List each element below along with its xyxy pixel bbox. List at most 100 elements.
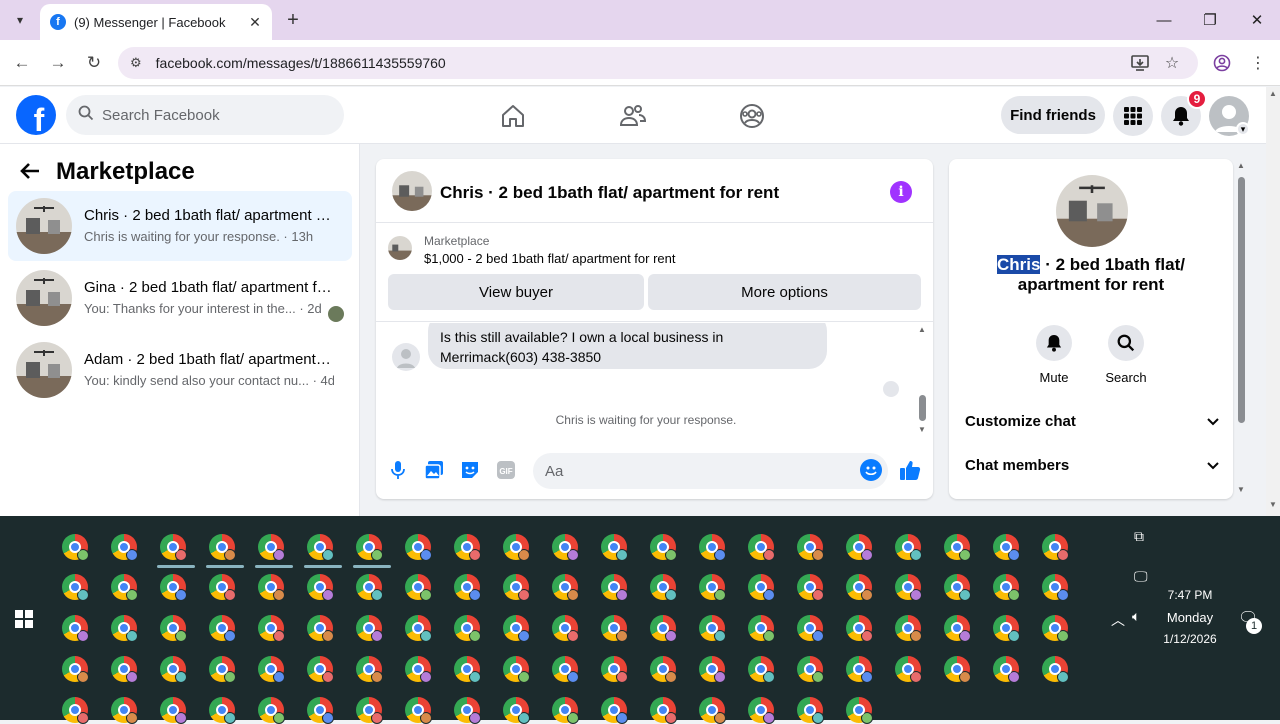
chrome-profile-shortcut-icon[interactable]: [699, 697, 726, 724]
scroll-up-icon[interactable]: ▲: [1269, 89, 1277, 98]
chrome-profile-shortcut-icon[interactable]: [503, 656, 530, 683]
emoji-icon[interactable]: [860, 459, 882, 481]
chrome-profile-shortcut-icon[interactable]: [552, 574, 579, 601]
chrome-profile-shortcut-icon[interactable]: [601, 534, 628, 561]
chrome-profile-shortcut-icon[interactable]: [209, 656, 236, 683]
message-scrollbar[interactable]: ▲ ▼: [916, 323, 930, 438]
chrome-profile-shortcut-icon[interactable]: [797, 534, 824, 561]
clock-day[interactable]: Monday: [1158, 610, 1222, 625]
window-close-icon[interactable]: ✕: [1234, 6, 1280, 34]
chrome-profile-shortcut-icon[interactable]: [307, 574, 334, 601]
chrome-profile-shortcut-icon[interactable]: [650, 656, 677, 683]
chrome-profile-shortcut-icon[interactable]: [307, 656, 334, 683]
chevron-up-icon[interactable]: ︿: [1111, 610, 1125, 630]
chrome-profile-shortcut-icon[interactable]: [356, 534, 383, 561]
chrome-profile-shortcut-icon[interactable]: [111, 534, 138, 561]
chrome-profile-shortcut-icon[interactable]: [111, 574, 138, 601]
meet-now-icon[interactable]: ⧉: [1134, 528, 1144, 545]
chat-members-row[interactable]: Chat members: [965, 453, 1219, 477]
back-arrow-icon[interactable]: [20, 160, 40, 186]
reload-icon[interactable]: ↻: [82, 51, 106, 75]
home-icon[interactable]: [496, 99, 530, 133]
find-friends-button[interactable]: Find friends: [1001, 96, 1105, 134]
chrome-profile-shortcut-icon[interactable]: [209, 574, 236, 601]
chrome-profile-shortcut-icon[interactable]: [601, 615, 628, 642]
browser-menu-icon[interactable]: ⋮: [1246, 51, 1270, 75]
chrome-profile-shortcut-icon[interactable]: [307, 615, 334, 642]
scrollbar-thumb[interactable]: [1238, 177, 1245, 423]
chrome-profile-shortcut-icon[interactable]: [944, 574, 971, 601]
browser-tab-messenger[interactable]: f (9) Messenger | Facebook ✕: [40, 4, 272, 40]
scroll-down-icon[interactable]: ▼: [918, 425, 926, 434]
chrome-profile-shortcut-icon[interactable]: [62, 697, 89, 724]
search-input[interactable]: [102, 106, 322, 124]
page-scrollbar[interactable]: ▲ ▼: [1266, 87, 1280, 516]
chrome-profile-shortcut-icon[interactable]: [846, 534, 873, 561]
chrome-profile-shortcut-icon[interactable]: [552, 697, 579, 724]
account-chevron-down-icon[interactable]: ▾: [1236, 122, 1250, 136]
chrome-profile-shortcut-icon[interactable]: [405, 574, 432, 601]
chrome-profile-shortcut-icon[interactable]: [650, 574, 677, 601]
chrome-profile-shortcut-icon[interactable]: [209, 534, 236, 561]
list-item[interactable]: Chris · 2 bed 1bath flat/ apartment for …: [8, 191, 352, 261]
chrome-profile-shortcut-icon[interactable]: [601, 574, 628, 601]
chrome-profile-shortcut-icon[interactable]: [258, 656, 285, 683]
chrome-profile-shortcut-icon[interactable]: [454, 656, 481, 683]
chrome-profile-shortcut-icon[interactable]: [356, 656, 383, 683]
site-settings-icon[interactable]: ⚙: [130, 55, 142, 71]
chrome-profile-shortcut-icon[interactable]: [846, 656, 873, 683]
chrome-profile-shortcut-icon[interactable]: [160, 574, 187, 601]
chrome-profile-shortcut-icon[interactable]: [307, 534, 334, 561]
chrome-profile-shortcut-icon[interactable]: [209, 697, 236, 724]
chrome-profile-shortcut-icon[interactable]: [650, 697, 677, 724]
chrome-profile-shortcut-icon[interactable]: [111, 656, 138, 683]
chrome-profile-shortcut-icon[interactable]: [797, 574, 824, 601]
chrome-profile-shortcut-icon[interactable]: [111, 615, 138, 642]
chrome-profile-shortcut-icon[interactable]: [503, 615, 530, 642]
chrome-profile-shortcut-icon[interactable]: [895, 574, 922, 601]
chrome-profile-shortcut-icon[interactable]: [405, 615, 432, 642]
chrome-profile-shortcut-icon[interactable]: [454, 697, 481, 724]
chat-title[interactable]: Chris · 2 bed 1bath flat/ apartment for …: [440, 183, 779, 203]
list-item[interactable]: Adam · 2 bed 1bath flat/ apartment for r…: [8, 335, 352, 405]
chrome-profile-shortcut-icon[interactable]: [62, 615, 89, 642]
chrome-profile-shortcut-icon[interactable]: [748, 615, 775, 642]
chrome-profile-shortcut-icon[interactable]: [748, 697, 775, 724]
chrome-profile-shortcut-icon[interactable]: [944, 534, 971, 561]
chrome-profile-shortcut-icon[interactable]: [650, 534, 677, 561]
view-buyer-button[interactable]: View buyer: [388, 274, 644, 310]
display-icon[interactable]: 🖵: [1134, 568, 1148, 585]
chrome-profile-shortcut-icon[interactable]: [454, 574, 481, 601]
chrome-profile-shortcut-icon[interactable]: [699, 615, 726, 642]
chrome-profile-shortcut-icon[interactable]: [797, 615, 824, 642]
chrome-profile-shortcut-icon[interactable]: [160, 656, 187, 683]
chrome-profile-shortcut-icon[interactable]: [454, 534, 481, 561]
chrome-profile-shortcut-icon[interactable]: [993, 615, 1020, 642]
info-icon[interactable]: i: [890, 181, 912, 203]
listing-price[interactable]: $1,000 - 2 bed 1bath flat/ apartment for…: [424, 251, 676, 266]
address-bar[interactable]: ⚙ facebook.com/messages/t/18866114355597…: [118, 47, 1198, 79]
chrome-profile-shortcut-icon[interactable]: [356, 697, 383, 724]
clock-date[interactable]: 1/12/2026: [1154, 632, 1226, 646]
chrome-profile-shortcut-icon[interactable]: [797, 656, 824, 683]
chrome-profile-shortcut-icon[interactable]: [748, 656, 775, 683]
mute-button[interactable]: Mute: [1024, 325, 1084, 385]
chrome-profile-shortcut-icon[interactable]: [503, 574, 530, 601]
info-panel-scrollbar[interactable]: ▲ ▼: [1234, 159, 1248, 499]
customize-chat-row[interactable]: Customize chat: [965, 409, 1219, 433]
chrome-profile-shortcut-icon[interactable]: [748, 534, 775, 561]
chrome-profile-shortcut-icon[interactable]: [601, 656, 628, 683]
chrome-profile-shortcut-icon[interactable]: [797, 697, 824, 724]
list-item[interactable]: Gina · 2 bed 1bath flat/ apartment for r…: [8, 263, 352, 333]
chrome-profile-shortcut-icon[interactable]: [895, 615, 922, 642]
clock-time[interactable]: 7:47 PM: [1158, 588, 1222, 602]
volume-icon[interactable]: 🔈︎: [1132, 608, 1140, 625]
chrome-profile-shortcut-icon[interactable]: [895, 656, 922, 683]
chrome-profile-shortcut-icon[interactable]: [1042, 656, 1069, 683]
restore-icon[interactable]: ❐: [1187, 6, 1233, 34]
chrome-profile-shortcut-icon[interactable]: [258, 697, 285, 724]
chrome-profile-shortcut-icon[interactable]: [552, 656, 579, 683]
more-options-button[interactable]: More options: [648, 274, 921, 310]
windows-start-icon[interactable]: [15, 610, 33, 628]
chrome-profile-shortcut-icon[interactable]: [699, 534, 726, 561]
